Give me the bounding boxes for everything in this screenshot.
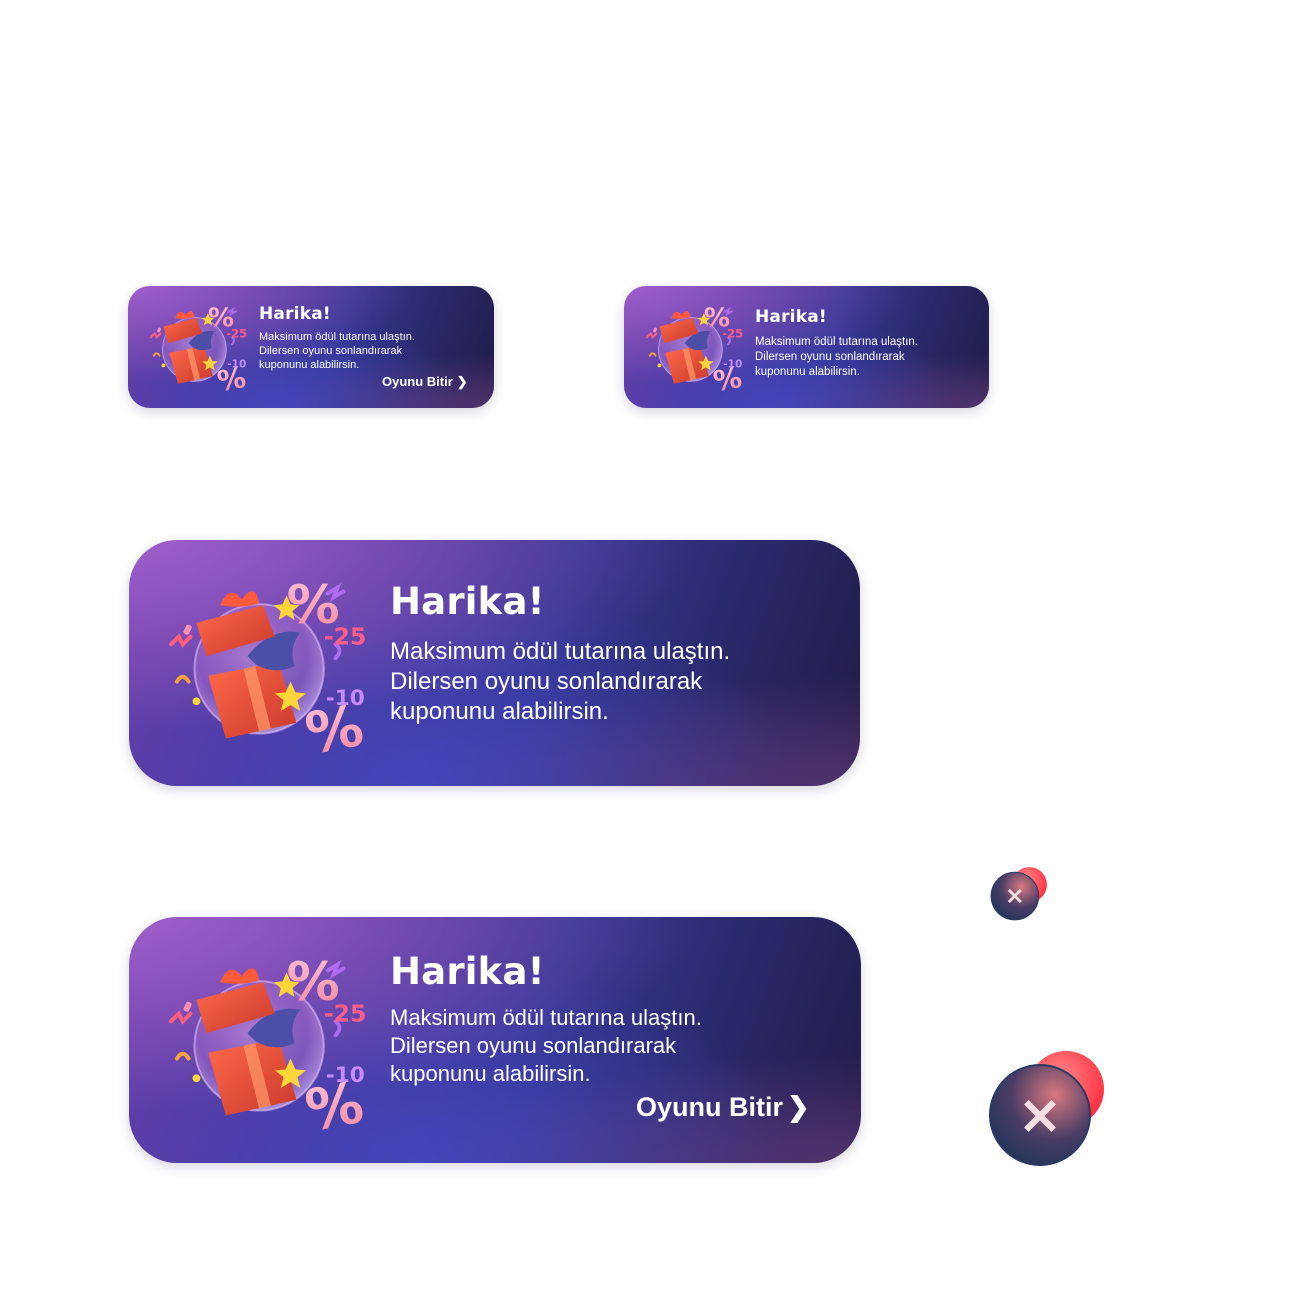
reward-banner-small: Harika! Maksimum ödül tutarına ulaştın. … [624,286,989,408]
banner-message: Maksimum ödül tutarına ulaştın. Dilersen… [259,330,415,372]
banner-message-line: Dilersen oyunu sonlandırarak [259,345,403,357]
banner-message-line: Dilersen oyunu sonlandırarak [755,351,905,363]
banner-title: Harika! [755,307,827,327]
close-symbol: × [1017,1083,1062,1146]
close-button-large[interactable]: × [988,1049,1108,1169]
close-icon: × [989,1051,1104,1166]
banner-message-line: kuponunu alabilirsin. [755,366,860,378]
reward-banner-large-with-cta: Harika! Maksimum ödül tutarına ulaştın. … [129,917,861,1163]
banner-message-line: Maksimum ödül tutarına ulaştın. [390,1005,702,1030]
banner-message-line: Maksimum ödül tutarına ulaştın. [390,638,731,665]
close-symbol: × [1005,881,1025,909]
banner-title: Harika! [259,304,331,324]
chevron-right-icon: ❯ [456,374,468,389]
banner-title: Harika! [390,950,545,993]
banner-message-line: Maksimum ödül tutarına ulaştın. [259,331,415,343]
end-game-button[interactable]: Oyunu Bitir ❯ [382,374,468,390]
gift-box-discount-icon [168,949,371,1139]
end-game-label: Oyunu Bitir [382,374,453,389]
reward-banner-large: Harika! Maksimum ödül tutarına ulaştın. … [129,540,860,786]
chevron-right-icon: ❯ [787,1092,810,1122]
reward-banner-small-with-cta: Harika! Maksimum ödül tutarına ulaştın. … [128,286,494,408]
gift-box-discount-icon [645,302,746,396]
close-icon: × [990,867,1047,921]
banner-message-line: Maksimum ödül tutarına ulaştın. [755,336,918,348]
banner-message-line: kuponunu alabilirsin. [259,359,360,371]
banner-message: Maksimum ödül tutarına ulaştın. Dilersen… [390,637,730,727]
banner-title: Harika! [390,580,545,623]
end-game-button[interactable]: Oyunu Bitir ❯ [636,1092,810,1123]
banner-message-line: Dilersen oyunu sonlandırarak [390,668,703,695]
banner-message-line: Dilersen oyunu sonlandırarak [390,1033,677,1058]
banner-message-line: kuponunu alabilirsin. [390,698,609,725]
banner-message: Maksimum ödül tutarına ulaştın. Dilersen… [755,335,918,380]
gift-box-discount-icon [168,572,371,762]
close-button-small[interactable]: × [986,864,1052,926]
end-game-label: Oyunu Bitir [636,1092,783,1122]
banner-message: Maksimum ödül tutarına ulaştın. Dilersen… [390,1004,702,1088]
gift-box-discount-icon [149,302,250,396]
banner-message-line: kuponunu alabilirsin. [390,1061,591,1086]
